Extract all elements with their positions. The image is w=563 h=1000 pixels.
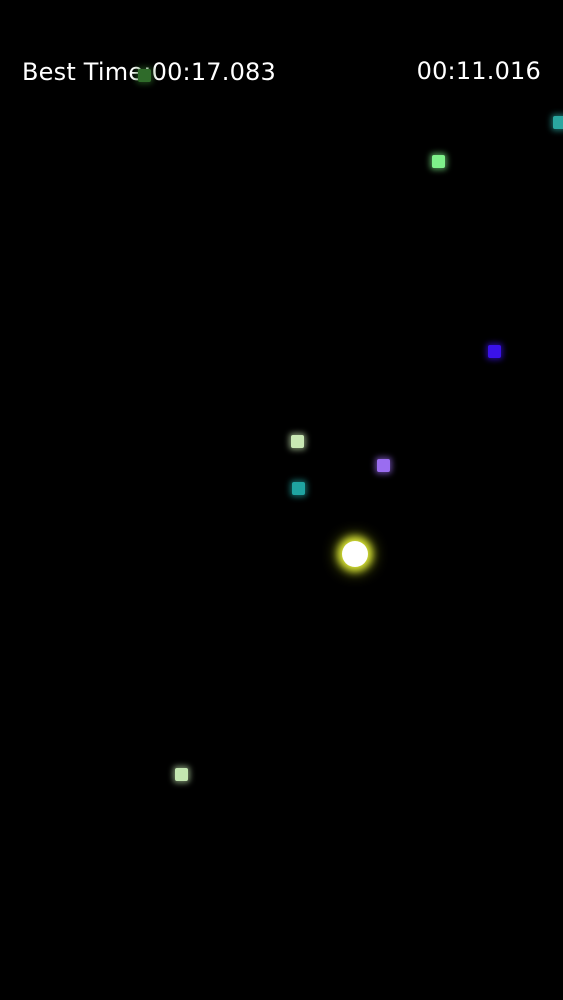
particle [553, 116, 563, 129]
current-time-display: 00:11.016 [416, 57, 541, 85]
particle [292, 482, 305, 495]
best-time-label: Best Time: [22, 58, 152, 86]
game-canvas[interactable]: Best Time:00:17.083 00:11.016 [0, 0, 563, 1000]
particle [377, 459, 390, 472]
particle [175, 768, 188, 781]
best-time-value: 00:17.083 [151, 58, 276, 86]
player-ball[interactable] [342, 541, 368, 567]
particle [432, 155, 445, 168]
particle [291, 435, 304, 448]
particle [488, 345, 501, 358]
particle [138, 69, 151, 82]
